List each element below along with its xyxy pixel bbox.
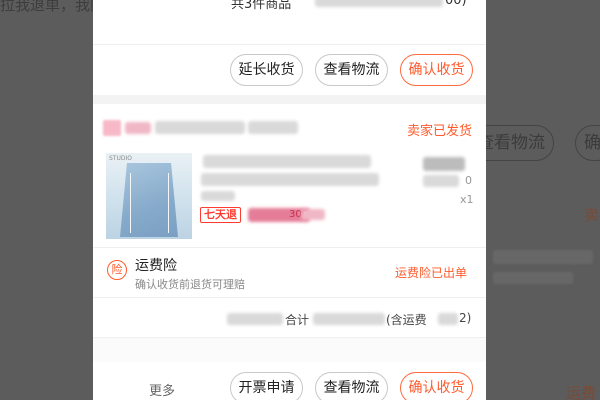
divider	[93, 44, 486, 45]
denim-skirt-image	[120, 163, 178, 237]
skirt-seam	[130, 173, 131, 233]
view-logistics-button[interactable]: 查看物流	[315, 54, 388, 86]
background-accent-text: 运费	[566, 384, 597, 400]
redacted-shop-name	[155, 121, 245, 134]
redacted-total	[227, 313, 283, 325]
section-spacer	[93, 338, 486, 362]
redacted-original-price	[423, 175, 459, 187]
redacted-amount	[315, 0, 443, 7]
redacted-product-spec	[201, 191, 235, 201]
insurance-title: 运费险	[135, 258, 177, 274]
section-separator	[93, 95, 486, 104]
redacted-product-title	[201, 173, 379, 186]
price-suffix: 0	[465, 174, 472, 187]
divider	[93, 297, 486, 298]
total-shipping-note: (含运费	[386, 313, 427, 327]
redacted-badge-text	[301, 209, 325, 220]
insurance-icon: 险	[107, 260, 127, 280]
redacted-price	[423, 157, 465, 171]
total-end: 2)	[459, 311, 472, 325]
order-status: 卖家已发货	[406, 124, 472, 139]
total-label: 合计	[285, 313, 310, 327]
background-blurred-text	[493, 272, 573, 284]
redacted-product-title	[203, 155, 371, 168]
background-confirm-button: 确	[575, 125, 600, 161]
extend-receipt-button[interactable]: 延长收货	[230, 54, 303, 86]
order-summary-suffix: 00)	[445, 0, 467, 8]
order-list-panel: 共3件商品 00) 延长收货 查看物流 确认收货 卖家已发货 STUDIO 0 …	[93, 0, 486, 400]
confirm-receipt-button[interactable]: 确认收货	[400, 54, 473, 86]
confirm-receipt-button[interactable]: 确认收货	[400, 372, 473, 400]
redacted-shop-name	[125, 122, 151, 134]
skirt-seam	[168, 173, 169, 233]
product-thumbnail[interactable]: STUDIO	[106, 153, 192, 239]
redacted-shipping-amount	[438, 313, 458, 325]
product-quantity: x1	[460, 193, 474, 206]
shop-icon	[103, 120, 121, 136]
more-button[interactable]: 更多	[149, 380, 175, 399]
thumbnail-label: STUDIO	[109, 155, 132, 162]
redacted-shop-name	[248, 121, 298, 134]
redacted-total-amount	[313, 313, 385, 325]
insurance-status[interactable]: 运费险已出单	[395, 264, 467, 281]
order-summary-text: 共3件商品	[231, 0, 292, 12]
view-logistics-button[interactable]: 查看物流	[315, 372, 388, 400]
insurance-subtitle: 确认收货前退货可理赔	[135, 278, 245, 291]
background-blurred-text	[493, 250, 593, 264]
divider	[93, 247, 486, 248]
background-accent-text: 卖	[584, 206, 600, 224]
seven-day-return-badge: 七天退	[200, 207, 241, 223]
badge-label: 七天退	[204, 208, 237, 221]
invoice-request-button[interactable]: 开票申请	[230, 372, 303, 400]
